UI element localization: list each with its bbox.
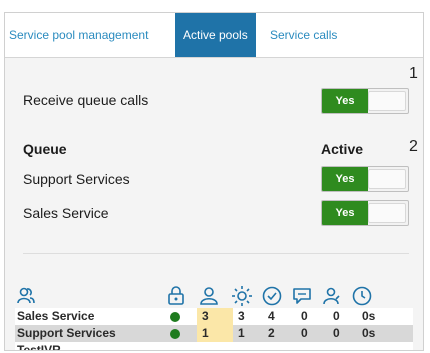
toggle-knob	[368, 203, 406, 223]
sales-service-toggle[interactable]: Yes	[321, 200, 409, 226]
stat-value: 0	[333, 309, 340, 323]
stat-value: 0	[301, 309, 308, 323]
user-icon	[200, 287, 218, 305]
chat-icon	[293, 288, 311, 304]
queue-name: Sales Service	[23, 205, 109, 221]
stat-value: 2	[268, 326, 275, 340]
stat-value: 0	[333, 326, 340, 340]
toggle-yes-label: Yes	[322, 167, 368, 191]
stat-value: 3	[202, 309, 209, 323]
receive-queue-calls-toggle[interactable]: Yes	[321, 88, 409, 114]
tab-active-pools[interactable]: Active pools	[175, 13, 256, 57]
stat-value: 0s	[362, 309, 376, 323]
section-number-1: 1	[409, 65, 418, 82]
table-row[interactable]: Support Services 1 1 2 0 0 0s	[15, 325, 413, 342]
divider	[23, 253, 409, 254]
support-services-toggle[interactable]: Yes	[321, 166, 409, 192]
tab-service-pool-management[interactable]: Service pool management	[9, 13, 148, 57]
toggle-yes-label: Yes	[322, 201, 368, 225]
stat-value: 1	[238, 326, 245, 340]
toggle-yes-label: Yes	[322, 89, 368, 113]
section-number-2: 2	[409, 138, 418, 155]
receive-queue-calls-label: Receive queue calls	[23, 92, 149, 108]
clock-icon	[352, 286, 372, 306]
queue-name: Support Services	[23, 171, 130, 187]
toggle-knob	[368, 91, 406, 111]
stat-value: 0	[301, 326, 308, 340]
lock-icon	[168, 286, 184, 305]
agents-icon	[17, 287, 35, 304]
stat-value: 3	[238, 309, 245, 323]
queue-name: TestIVR	[17, 343, 61, 351]
stat-value: 4	[268, 309, 275, 323]
tab-bar: Service pool management Active pools Ser…	[5, 13, 423, 58]
stat-value: 1	[202, 326, 209, 340]
sun-icon	[232, 286, 252, 306]
table-row[interactable]: TestIVR	[15, 342, 413, 351]
table-row[interactable]: Sales Service 3 3 4 0 0 0s	[15, 308, 413, 325]
status-dot	[170, 329, 180, 339]
queue-name: Sales Service	[17, 309, 95, 323]
service-pool-panel: Service pool management Active pools Ser…	[4, 12, 424, 351]
active-header: Active	[321, 141, 364, 157]
check-circle-icon	[262, 286, 282, 306]
queue-name: Support Services	[17, 326, 116, 340]
status-dot	[170, 312, 180, 322]
queue-header: Queue	[23, 141, 67, 157]
toggle-knob	[368, 169, 406, 189]
user-outline-icon	[323, 287, 340, 305]
stat-value: 0s	[362, 326, 376, 340]
tab-service-calls[interactable]: Service calls	[270, 13, 337, 57]
